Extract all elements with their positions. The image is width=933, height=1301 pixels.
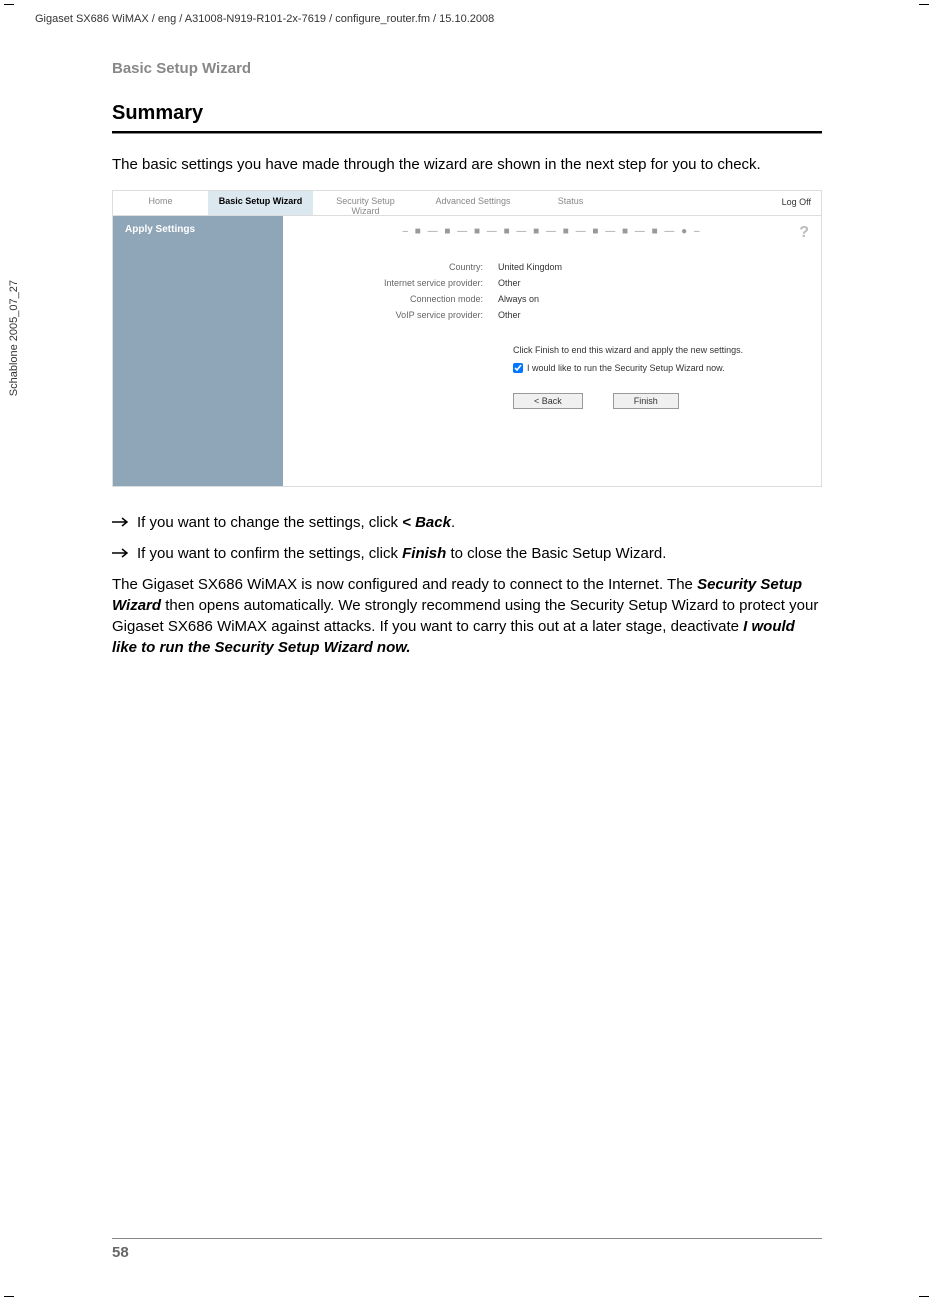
connection-value: Always on: [498, 294, 539, 304]
security-wizard-checkbox[interactable]: [513, 363, 523, 373]
router-screenshot: Home Basic Setup Wizard Security Setup W…: [112, 190, 822, 487]
crop-mark: [4, 4, 14, 5]
connection-label: Connection mode:: [303, 294, 498, 304]
router-tabbar: Home Basic Setup Wizard Security Setup W…: [113, 191, 821, 216]
section-label: Basic Setup Wizard: [112, 60, 822, 77]
arrow-icon: [112, 512, 137, 533]
crop-mark: [919, 4, 929, 5]
progress-indicator: – ■ — ■ — ■ — ■ — ■ — ■ — ■ — ■ — ■ — ● …: [303, 226, 801, 237]
logoff-link[interactable]: Log Off: [782, 197, 811, 207]
crop-mark: [4, 1296, 14, 1297]
back-button[interactable]: < Back: [513, 393, 583, 409]
sidebar: Apply Settings: [113, 216, 283, 486]
help-icon[interactable]: ?: [799, 224, 809, 242]
document-header: Gigaset SX686 WiMAX / eng / A31008-N919-…: [35, 13, 494, 25]
template-label: Schablone 2005_07_27: [8, 280, 20, 396]
title-divider: [112, 131, 822, 134]
crop-mark: [919, 1296, 929, 1297]
finish-button[interactable]: Finish: [613, 393, 679, 409]
country-value: United Kingdom: [498, 262, 562, 272]
bullet-back: If you want to change the settings, clic…: [137, 512, 822, 533]
tab-security-setup[interactable]: Security Setup Wizard: [313, 191, 418, 215]
voip-label: VoIP service provider:: [303, 310, 498, 320]
arrow-icon: [112, 543, 137, 564]
tab-home[interactable]: Home: [113, 191, 208, 215]
isp-value: Other: [498, 278, 521, 288]
bullet-finish: If you want to confirm the settings, cli…: [137, 543, 822, 564]
page-number: 58: [112, 1244, 129, 1261]
page-title: Summary: [112, 102, 822, 125]
closing-paragraph: The Gigaset SX686 WiMAX is now configure…: [112, 574, 822, 658]
finish-instruction: Click Finish to end this wizard and appl…: [513, 345, 801, 355]
isp-label: Internet service provider:: [303, 278, 498, 288]
voip-value: Other: [498, 310, 521, 320]
intro-paragraph: The basic settings you have made through…: [112, 154, 822, 175]
tab-basic-setup[interactable]: Basic Setup Wizard: [208, 191, 313, 215]
sidebar-item-apply[interactable]: Apply Settings: [125, 224, 271, 235]
tab-status[interactable]: Status: [528, 191, 613, 215]
footer-divider: [112, 1238, 822, 1239]
country-label: Country:: [303, 262, 498, 272]
tab-advanced[interactable]: Advanced Settings: [418, 191, 528, 215]
checkbox-label: I would like to run the Security Setup W…: [527, 363, 725, 373]
